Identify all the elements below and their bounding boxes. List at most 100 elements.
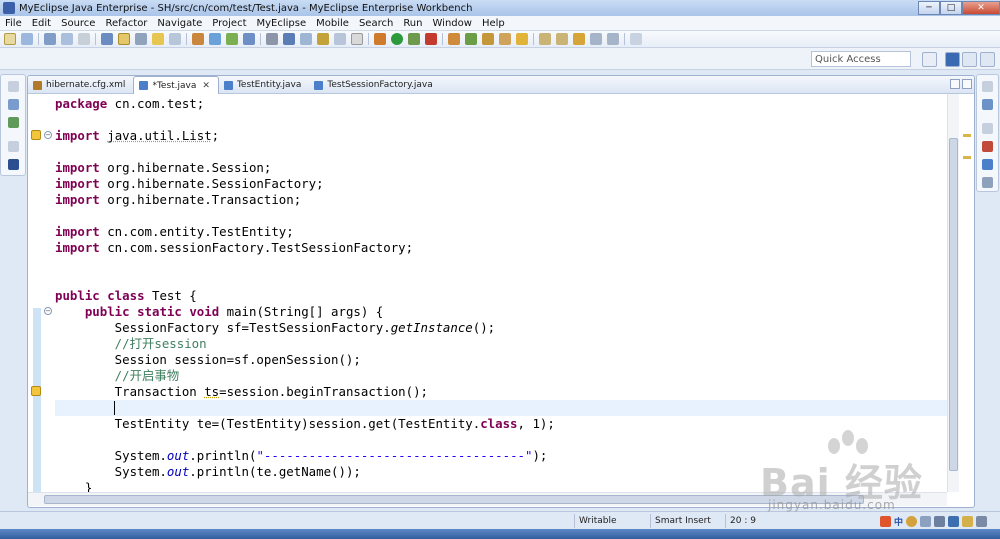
code-line: import cn.com.sessionFactory.TestSession… (55, 240, 414, 255)
menu-edit[interactable]: Edit (27, 18, 56, 29)
link-icon[interactable] (300, 33, 312, 45)
bookmark-icon[interactable] (169, 33, 181, 45)
tab-hibernate-cfg[interactable]: hibernate.cfg.xml (28, 76, 133, 94)
close-window-button[interactable]: ✕ (962, 1, 1000, 15)
browser-icon[interactable] (243, 33, 255, 45)
menu-search[interactable]: Search (354, 18, 398, 29)
debug-icon[interactable] (374, 33, 386, 45)
back-icon[interactable] (590, 33, 602, 45)
annotation-next-icon[interactable] (539, 33, 551, 45)
coverage-icon[interactable] (408, 33, 420, 45)
punctuation-icon[interactable] (920, 515, 932, 527)
maximize-button[interactable]: □ (940, 1, 962, 15)
warning-marker[interactable] (963, 134, 971, 137)
writable-status: Writable (574, 514, 646, 528)
open-folder-icon[interactable] (152, 33, 164, 45)
new-java-project-icon[interactable] (448, 33, 460, 45)
package-icon[interactable] (266, 33, 278, 45)
debug-perspective-icon[interactable] (980, 52, 995, 67)
pin-editor-icon[interactable] (630, 33, 642, 45)
save-all-icon[interactable] (61, 33, 73, 45)
code-line: System.out.println("--------------------… (55, 448, 548, 463)
restore-view-icon[interactable] (8, 81, 19, 92)
window-icon[interactable] (351, 33, 363, 45)
maximize-editor-icon[interactable] (962, 79, 972, 89)
warning-marker[interactable] (963, 156, 971, 159)
vertical-scrollbar-thumb[interactable] (949, 138, 958, 471)
deploy-icon[interactable] (209, 33, 221, 45)
new-icon[interactable] (4, 33, 16, 45)
tab-test-java[interactable]: *Test.java ✕ (133, 76, 219, 94)
skin-icon[interactable] (962, 515, 974, 527)
menu-file[interactable]: File (0, 18, 27, 29)
code-line: public static void main(String[] args) { (84, 304, 384, 319)
warning-icon[interactable] (31, 130, 41, 140)
warning-icon[interactable] (31, 386, 41, 396)
search-icon[interactable] (516, 33, 528, 45)
menu-myeclipse[interactable]: MyEclipse (252, 18, 312, 29)
restore-view-icon[interactable] (982, 123, 993, 134)
minimize-button[interactable]: ─ (918, 1, 940, 15)
problems-icon[interactable] (982, 141, 993, 152)
server-icon[interactable] (192, 33, 204, 45)
fold-toggle-icon[interactable]: − (44, 307, 52, 315)
menu-navigate[interactable]: Navigate (152, 18, 207, 29)
annotation-prev-icon[interactable] (556, 33, 568, 45)
image-icon[interactable] (334, 33, 346, 45)
restore-view-icon[interactable] (982, 81, 993, 92)
menu-mobile[interactable]: Mobile (311, 18, 354, 29)
horizontal-scrollbar[interactable] (28, 492, 947, 506)
java-perspective-icon[interactable] (962, 52, 977, 67)
open-resource-icon[interactable] (118, 33, 130, 45)
toolbar-separator (624, 33, 625, 45)
ime-mode-indicator[interactable]: 中 (894, 515, 903, 528)
keyboard-icon[interactable] (934, 515, 946, 527)
menu-run[interactable]: Run (398, 18, 427, 29)
package-explorer-icon[interactable] (8, 99, 19, 110)
save-icon[interactable] (44, 33, 56, 45)
code-area[interactable]: − − package cn.com.test; import java.uti… (28, 94, 958, 507)
menu-window[interactable]: Window (428, 18, 477, 29)
tasks-icon[interactable] (982, 177, 993, 188)
new-dropdown-icon[interactable] (21, 33, 33, 45)
database-icon[interactable] (283, 33, 295, 45)
fold-toggle-icon[interactable]: − (44, 131, 52, 139)
forward-icon[interactable] (607, 33, 619, 45)
outline-icon[interactable] (982, 99, 993, 110)
close-tab-icon[interactable]: ✕ (202, 81, 210, 91)
quick-access-input[interactable]: Quick Access (811, 51, 911, 67)
horizontal-scrollbar-thumb[interactable] (44, 495, 864, 504)
print-icon[interactable] (78, 33, 90, 45)
main-toolbar (0, 31, 1000, 48)
servers-icon[interactable] (982, 159, 993, 170)
open-type-icon[interactable] (101, 33, 113, 45)
moon-icon[interactable] (906, 515, 918, 527)
tab-testentity-java[interactable]: TestEntity.java (219, 76, 309, 94)
open-task-icon[interactable] (499, 33, 511, 45)
console-view-icon[interactable] (8, 159, 19, 170)
user-icon[interactable] (948, 515, 960, 527)
minimize-editor-icon[interactable] (950, 79, 960, 89)
open-perspective-icon[interactable] (922, 52, 937, 67)
menu-source[interactable]: Source (56, 18, 100, 29)
tab-testsessionfactory-java[interactable]: TestSessionFactory.java (309, 76, 440, 94)
tools-icon[interactable] (135, 33, 147, 45)
new-class-icon[interactable] (465, 33, 477, 45)
new-package-icon[interactable] (482, 33, 494, 45)
external-tools-icon[interactable] (425, 33, 437, 45)
xml-file-icon (33, 80, 42, 90)
menu-refactor[interactable]: Refactor (100, 18, 152, 29)
last-edit-icon[interactable] (573, 33, 585, 45)
menu-project[interactable]: Project (207, 18, 251, 29)
hierarchy-icon[interactable] (8, 117, 19, 128)
wizard-icon[interactable] (317, 33, 329, 45)
run-icon[interactable] (391, 33, 403, 45)
settings-icon[interactable] (976, 515, 988, 527)
menu-help[interactable]: Help (477, 18, 510, 29)
vertical-scrollbar[interactable] (947, 94, 959, 492)
sogou-ime-icon[interactable] (880, 515, 891, 527)
java-ee-perspective-icon[interactable] (945, 52, 960, 67)
code-line: import cn.com.entity.TestEntity; (55, 224, 294, 239)
restore-view-icon[interactable] (8, 141, 19, 152)
web-icon[interactable] (226, 33, 238, 45)
